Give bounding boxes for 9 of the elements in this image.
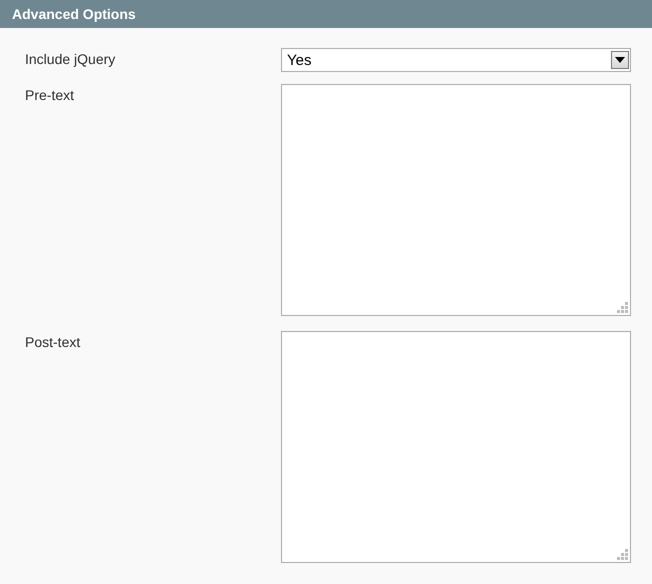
field-label: Post-text	[25, 333, 82, 350]
field-label: Include jQuery	[25, 50, 116, 67]
dropdown[interactable]: Yes	[281, 48, 631, 72]
resize-handle-icon[interactable]	[616, 301, 628, 313]
section-title: Advanced Options	[12, 6, 136, 22]
field-label: Pre-text	[25, 86, 76, 103]
text-area[interactable]	[281, 84, 631, 316]
resize-handle-icon[interactable]	[616, 548, 628, 560]
text-area[interactable]	[281, 331, 631, 563]
